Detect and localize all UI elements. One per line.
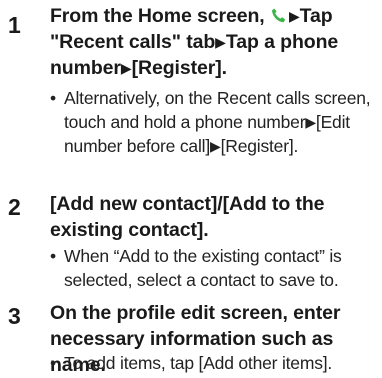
step-note: • When “Add to the existing contact” is … (50, 244, 378, 292)
step-number: 2 (8, 194, 21, 220)
note-text: [Register]. (220, 136, 299, 156)
step-title: [Add new contact]/[Add to the existing c… (50, 193, 325, 241)
step-note: • Alternatively, on the Recent calls scr… (50, 86, 378, 158)
phone-icon (270, 5, 288, 23)
note-text: To add items, tap [Add other items]. (64, 353, 333, 373)
arrow-icon: ▶ (305, 114, 316, 130)
arrow-icon: ▶ (288, 8, 300, 24)
arrow-icon: ▶ (120, 60, 132, 76)
bullet: • (50, 88, 56, 108)
step-title-text: [Register]. (131, 57, 227, 79)
step-title: From the Home screen, ▶Tap "Recent calls… (50, 3, 378, 81)
bullet: • (50, 353, 56, 373)
arrow-icon: ▶ (210, 138, 221, 154)
step-title-text: From the Home screen, (50, 5, 265, 27)
step-note: • To add items, tap [Add other items]. (50, 351, 378, 375)
bullet: • (50, 246, 56, 266)
note-text: When “Add to the existing contact” is se… (64, 246, 342, 290)
arrow-icon: ▶ (215, 34, 226, 50)
step-number: 3 (8, 303, 21, 329)
step-number: 1 (8, 12, 21, 38)
